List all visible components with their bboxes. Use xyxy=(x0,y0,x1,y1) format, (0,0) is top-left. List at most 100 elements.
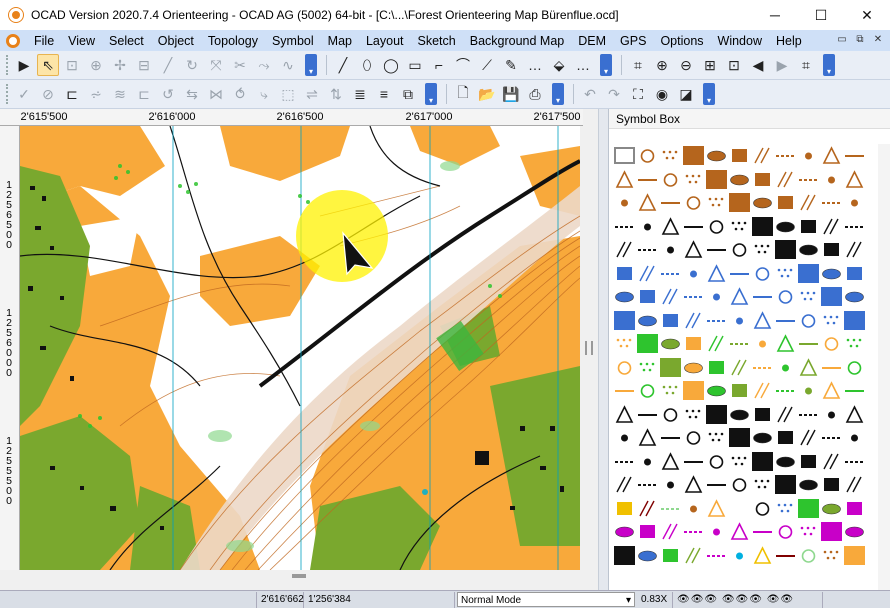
symbol-swatch[interactable] xyxy=(613,144,636,168)
symbol-swatch[interactable] xyxy=(659,238,682,262)
symbol-swatch[interactable] xyxy=(751,168,774,192)
symbol-swatch[interactable] xyxy=(843,379,866,403)
symbol-swatch[interactable] xyxy=(797,332,820,356)
symbol-swatch[interactable] xyxy=(751,426,774,450)
tool-m-icon[interactable]: ≡ xyxy=(373,83,395,105)
symbol-swatch[interactable] xyxy=(705,403,728,427)
symbol-swatch[interactable] xyxy=(820,191,843,215)
grid-icon[interactable]: ⌗ xyxy=(795,54,817,76)
symbol-swatch[interactable] xyxy=(774,285,797,309)
symbol-swatch[interactable] xyxy=(705,450,728,474)
symbol-swatch[interactable] xyxy=(659,144,682,168)
symbol-swatch[interactable] xyxy=(613,379,636,403)
symbol-swatch[interactable] xyxy=(682,450,705,474)
symbol-swatch[interactable] xyxy=(682,403,705,427)
symbol-swatch[interactable] xyxy=(682,520,705,544)
symbol-swatch[interactable] xyxy=(659,191,682,215)
symbol-swatch[interactable] xyxy=(843,191,866,215)
symbol-swatch[interactable] xyxy=(797,497,820,521)
symbol-swatch[interactable] xyxy=(728,403,751,427)
save-icon[interactable]: 💾 xyxy=(500,83,522,105)
symbol-swatch[interactable] xyxy=(728,332,751,356)
close-button[interactable]: ✕ xyxy=(844,0,890,30)
symbol-swatch[interactable] xyxy=(797,285,820,309)
symbol-swatch[interactable] xyxy=(774,262,797,286)
symbol-swatch[interactable] xyxy=(820,168,843,192)
mdi-restore-button[interactable]: ⧉ xyxy=(852,33,868,47)
symbol-swatch[interactable] xyxy=(797,379,820,403)
symbol-swatch[interactable] xyxy=(659,379,682,403)
symbol-swatch[interactable] xyxy=(843,473,866,497)
map-horizontal-scrollbar[interactable] xyxy=(20,570,580,590)
symbol-swatch[interactable] xyxy=(613,309,636,333)
symbol-swatch[interactable] xyxy=(843,544,866,568)
symbol-swatch[interactable] xyxy=(797,238,820,262)
symbol-swatch[interactable] xyxy=(728,426,751,450)
symbol-swatch[interactable] xyxy=(774,379,797,403)
menu-sketch[interactable]: Sketch xyxy=(411,34,463,48)
symbol-swatch[interactable] xyxy=(797,520,820,544)
symbol-swatch[interactable] xyxy=(774,238,797,262)
symbol-swatch[interactable] xyxy=(705,168,728,192)
symbol-swatch[interactable] xyxy=(728,379,751,403)
symbol-swatch[interactable] xyxy=(774,191,797,215)
symbol-swatch[interactable] xyxy=(774,144,797,168)
symbol-swatch[interactable] xyxy=(613,450,636,474)
tool-a-icon[interactable]: ⩫ xyxy=(85,83,107,105)
symbol-swatch[interactable] xyxy=(797,426,820,450)
symbol-swatch[interactable] xyxy=(728,309,751,333)
line-mode-icon[interactable]: ╱ xyxy=(332,54,354,76)
toolbar-overflow-button[interactable]: ▾ xyxy=(552,83,564,105)
symbol-swatch[interactable] xyxy=(797,215,820,239)
maximize-button[interactable]: ☐ xyxy=(798,0,844,30)
symbol-swatch[interactable] xyxy=(613,191,636,215)
symbol-swatch[interactable] xyxy=(613,497,636,521)
menu-background-map[interactable]: Background Map xyxy=(463,34,572,48)
orienteering-map[interactable] xyxy=(20,126,580,570)
rotate-icon[interactable]: ↻ xyxy=(181,54,203,76)
scissors-icon[interactable]: ✂ xyxy=(229,54,251,76)
symbol-swatch[interactable] xyxy=(728,168,751,192)
symbol-swatch[interactable] xyxy=(682,168,705,192)
symbol-swatch[interactable] xyxy=(751,403,774,427)
symbol-swatch[interactable] xyxy=(636,544,659,568)
menu-view[interactable]: View xyxy=(61,34,102,48)
symbol-swatch[interactable] xyxy=(636,285,659,309)
redo-icon[interactable]: ↷ xyxy=(603,83,625,105)
symbol-swatch[interactable] xyxy=(613,356,636,380)
symbol-swatch[interactable] xyxy=(613,403,636,427)
tool-k-icon[interactable]: ⇅ xyxy=(325,83,347,105)
symbol-swatch[interactable] xyxy=(751,356,774,380)
symbol-box-scrollbar[interactable] xyxy=(878,144,890,590)
zoom-window-icon[interactable]: ⊞ xyxy=(699,54,721,76)
numbering-icon[interactable]: … xyxy=(572,54,594,76)
symbol-swatch[interactable] xyxy=(636,379,659,403)
symbol-swatch[interactable] xyxy=(751,215,774,239)
symbol-swatch[interactable] xyxy=(636,309,659,333)
symbol-swatch[interactable] xyxy=(728,520,751,544)
tool-f-icon[interactable]: ⋈ xyxy=(205,83,227,105)
move-point-icon[interactable]: ⊕ xyxy=(85,54,107,76)
symbol-swatch[interactable] xyxy=(682,309,705,333)
tool-b-icon[interactable]: ≋ xyxy=(109,83,131,105)
symbol-swatch[interactable] xyxy=(728,450,751,474)
curve-mode-icon[interactable]: ⌒ xyxy=(452,54,474,76)
symbol-swatch[interactable] xyxy=(751,309,774,333)
symbol-swatch[interactable] xyxy=(705,191,728,215)
map-vertical-scrollbar[interactable] xyxy=(580,126,598,570)
symbol-swatch[interactable] xyxy=(751,238,774,262)
symbol-swatch[interactable] xyxy=(774,426,797,450)
symbol-swatch[interactable] xyxy=(659,285,682,309)
symbol-swatch[interactable] xyxy=(682,262,705,286)
symbol-swatch[interactable] xyxy=(797,544,820,568)
map-canvas[interactable] xyxy=(20,126,580,570)
symbol-swatch[interactable] xyxy=(751,285,774,309)
symbol-swatch[interactable] xyxy=(705,544,728,568)
symbol-swatch[interactable] xyxy=(613,426,636,450)
symbol-swatch[interactable] xyxy=(613,332,636,356)
symbol-swatch[interactable] xyxy=(843,520,866,544)
symbol-swatch[interactable] xyxy=(705,473,728,497)
symbol-swatch[interactable] xyxy=(682,144,705,168)
symbol-swatch[interactable] xyxy=(613,215,636,239)
symbol-swatch[interactable] xyxy=(843,356,866,380)
